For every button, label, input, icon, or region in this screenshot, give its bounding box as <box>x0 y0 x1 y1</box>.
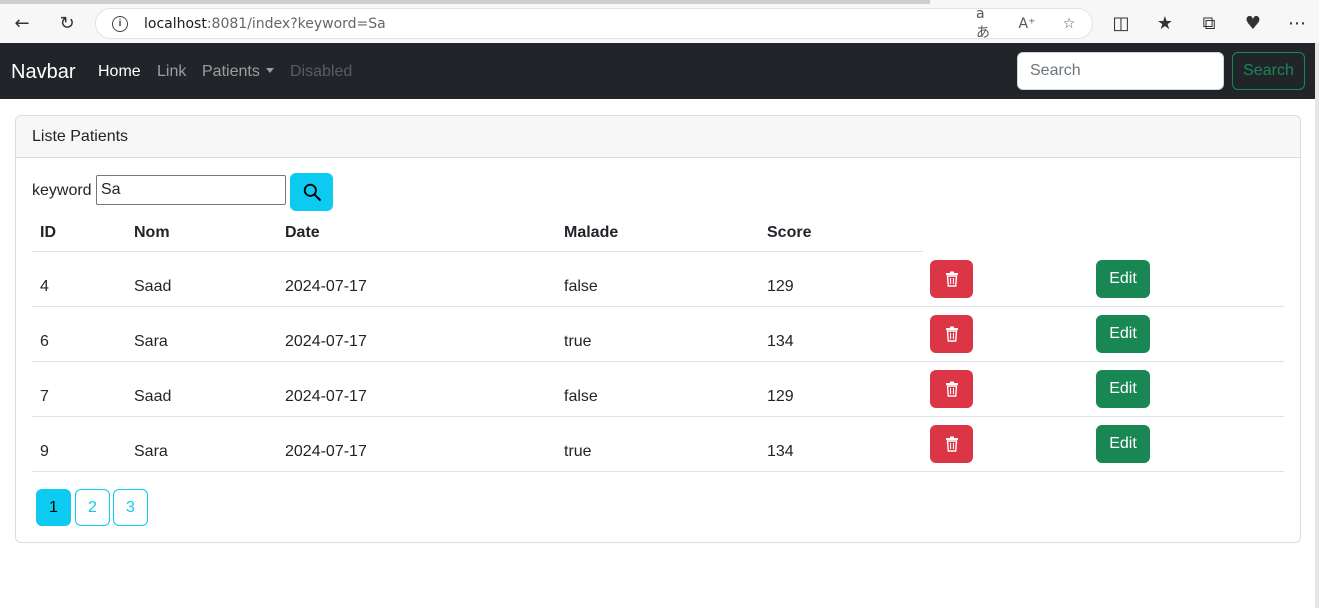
edit-button[interactable]: Edit <box>1096 260 1150 298</box>
loading-bar <box>0 0 930 4</box>
nav-dropdown-patients[interactable]: Patients <box>202 63 274 81</box>
performance-icon[interactable]: ♥ <box>1238 8 1268 38</box>
cell-date: 2024-07-17 <box>285 443 367 460</box>
reload-icon[interactable]: ↻ <box>52 8 82 38</box>
trash-icon <box>945 381 958 397</box>
cell-nom: Saad <box>134 278 172 295</box>
edit-button[interactable]: Edit <box>1096 425 1150 463</box>
cell-score: 129 <box>767 388 794 405</box>
keyword-label: keyword <box>32 182 92 199</box>
cell-id: 9 <box>40 443 49 460</box>
table-row: 7 Saad 2024-07-17 false 129 Edit <box>32 362 1284 417</box>
navbar: Navbar Home Link Patients Disabled Searc… <box>0 43 1319 99</box>
page-button-3[interactable]: 3 <box>113 489 148 526</box>
table-row: 6 Sara 2024-07-17 true 134 Edit <box>32 307 1284 362</box>
cell-malade: true <box>564 333 592 350</box>
caret-down-icon <box>265 68 274 73</box>
navbar-search-input[interactable] <box>1017 52 1224 90</box>
page-button-2[interactable]: 2 <box>75 489 110 526</box>
delete-button[interactable] <box>930 370 973 408</box>
split-screen-icon[interactable]: ◫ <box>1106 8 1136 38</box>
delete-button[interactable] <box>930 260 973 298</box>
column-header-malade: Malade <box>564 224 619 241</box>
trash-icon <box>945 436 958 452</box>
cell-score: 134 <box>767 333 794 350</box>
nav-link-link[interactable]: Link <box>157 63 186 81</box>
favorites-icon[interactable]: ★ <box>1150 8 1180 38</box>
delete-button[interactable] <box>930 425 973 463</box>
cell-id: 6 <box>40 333 49 350</box>
url-host: localhost <box>144 16 207 32</box>
search-icon <box>303 183 321 201</box>
cell-nom: Saad <box>134 388 172 405</box>
cell-date: 2024-07-17 <box>285 388 367 405</box>
trash-icon <box>945 326 958 342</box>
cell-score: 134 <box>767 443 794 460</box>
table-row: 4 Saad 2024-07-17 false 129 Edit <box>32 252 1284 307</box>
address-bar[interactable]: i localhost:8081/index?keyword=Sa aあ A⁺ … <box>95 6 1093 41</box>
cell-malade: false <box>564 388 598 405</box>
favorite-icon[interactable]: ☆ <box>1058 13 1080 35</box>
trash-icon <box>945 271 958 287</box>
page-button-1[interactable]: 1 <box>36 489 71 526</box>
column-header-id: ID <box>40 224 56 241</box>
browser-toolbar: ← ↻ i localhost:8081/index?keyword=Sa aあ… <box>0 0 1319 43</box>
card-title: Liste Patients <box>16 116 1300 158</box>
edit-button[interactable]: Edit <box>1096 370 1150 408</box>
nav-link-home[interactable]: Home <box>98 63 141 81</box>
patients-card: Liste Patients keyword ID Nom Date Malad… <box>15 115 1301 543</box>
table-row: 9 Sara 2024-07-17 true 134 Edit <box>32 417 1284 472</box>
cell-id: 7 <box>40 388 49 405</box>
translate-icon[interactable]: aあ <box>976 6 998 41</box>
cell-malade: false <box>564 278 598 295</box>
keyword-input[interactable] <box>96 175 286 205</box>
nav-dropdown-label: Patients <box>202 63 260 80</box>
url-path: :8081/index?keyword=Sa <box>206 16 386 32</box>
cell-date: 2024-07-17 <box>285 278 367 295</box>
column-header-date: Date <box>285 224 320 241</box>
cell-malade: true <box>564 443 592 460</box>
more-icon[interactable]: ⋯ <box>1282 8 1312 38</box>
info-icon[interactable]: i <box>112 16 128 32</box>
cell-nom: Sara <box>134 333 168 350</box>
cell-score: 129 <box>767 278 794 295</box>
keyword-search-button[interactable] <box>290 173 333 211</box>
column-header-nom: Nom <box>134 224 170 241</box>
column-header-score: Score <box>767 224 812 241</box>
cell-id: 4 <box>40 278 49 295</box>
read-aloud-icon[interactable]: A⁺ <box>1016 13 1038 35</box>
arrow-left-icon[interactable]: ← <box>7 8 37 38</box>
navbar-brand[interactable]: Navbar <box>11 61 75 84</box>
cell-nom: Sara <box>134 443 168 460</box>
edit-button[interactable]: Edit <box>1096 315 1150 353</box>
navbar-search-button[interactable]: Search <box>1232 52 1305 90</box>
cell-date: 2024-07-17 <box>285 333 367 350</box>
scrollbar[interactable] <box>1315 43 1319 608</box>
url-text[interactable]: localhost:8081/index?keyword=Sa <box>144 16 386 32</box>
collections-icon[interactable]: ⧉ <box>1194 8 1224 38</box>
nav-link-disabled: Disabled <box>290 63 353 80</box>
delete-button[interactable] <box>930 315 973 353</box>
